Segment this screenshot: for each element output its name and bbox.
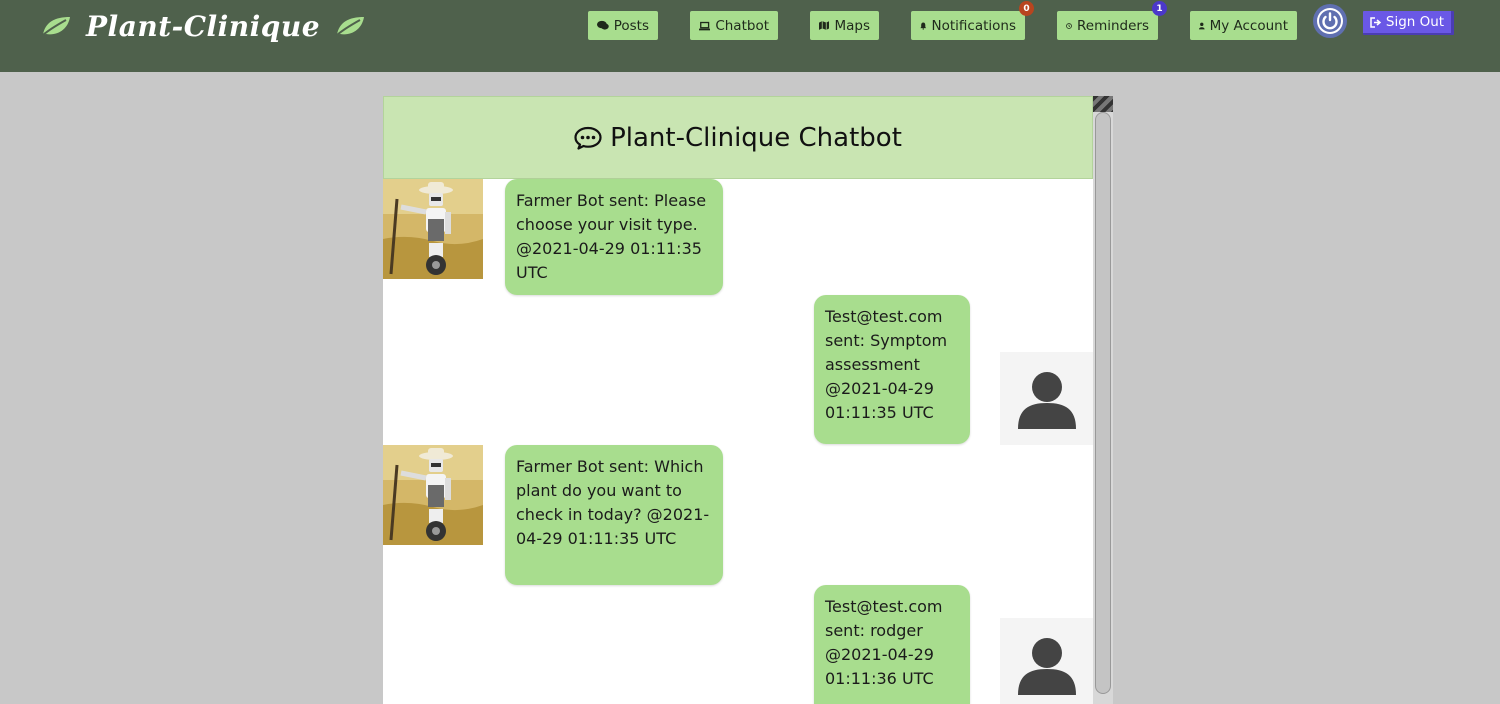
- comments-icon: [597, 20, 609, 30]
- nav-chatbot-button[interactable]: Chatbot: [690, 11, 778, 40]
- sign-out-button[interactable]: Sign Out: [1363, 11, 1454, 35]
- bot-message-bubble: Farmer Bot sent: Which plant do you want…: [505, 445, 723, 585]
- user-message-bubble: Test@test.com sent: Symptom assessment @…: [814, 295, 970, 444]
- nav-reminders-button[interactable]: Reminders 1: [1057, 1, 1167, 40]
- power-button[interactable]: [1313, 4, 1347, 38]
- top-navbar: Plant-Clinique Posts Chatbot Maps Notifi…: [0, 0, 1500, 72]
- nav-reminders-label: Reminders: [1077, 17, 1149, 34]
- nav-maps-label: Maps: [834, 17, 870, 34]
- user-avatar-icon: [1017, 637, 1076, 695]
- map-icon: [819, 21, 830, 30]
- nav-notifications-button[interactable]: Notifications 0: [911, 1, 1034, 40]
- nav-account-button[interactable]: My Account: [1190, 11, 1297, 40]
- chat-header: Plant-Clinique Chatbot: [383, 96, 1093, 179]
- notifications-count-badge: 0: [1019, 1, 1034, 16]
- leaf-icon: [42, 17, 70, 36]
- robot-farmer-avatar: [383, 179, 483, 279]
- brand-title: Plant-Clinique: [86, 9, 321, 43]
- chat-scrollbar[interactable]: [1093, 96, 1113, 704]
- user-avatar: [1000, 352, 1093, 445]
- user-avatar-icon: [1017, 371, 1076, 429]
- user-avatar: [1000, 618, 1093, 704]
- robot-farmer-avatar: [383, 445, 483, 545]
- bell-icon: [920, 21, 927, 30]
- reminders-count-badge: 1: [1152, 1, 1167, 16]
- leaf-icon: [336, 17, 365, 36]
- nav-posts-label: Posts: [613, 17, 649, 34]
- power-icon: [1317, 8, 1343, 34]
- nav-account-label: My Account: [1209, 17, 1288, 34]
- nav-posts-button[interactable]: Posts: [588, 11, 658, 40]
- clock-icon: [1066, 22, 1072, 29]
- sign-out-label: Sign Out: [1385, 14, 1445, 30]
- bot-message-bubble: Farmer Bot sent: Please choose your visi…: [505, 179, 723, 295]
- scrollbar-thumb[interactable]: [1095, 112, 1111, 694]
- bot-avatar: [383, 445, 483, 545]
- nav-notifications-label: Notifications: [931, 17, 1017, 34]
- user-icon: [1199, 22, 1205, 29]
- chat-title-wrap: Plant-Clinique Chatbot: [574, 123, 902, 153]
- nav-chatbot-label: Chatbot: [715, 17, 769, 34]
- sign-out-icon: [1370, 16, 1382, 28]
- laptop-icon: [699, 21, 711, 30]
- scrollbar-up-cap[interactable]: [1093, 96, 1113, 112]
- brand[interactable]: Plant-Clinique: [40, 6, 366, 46]
- chat-bubble-icon: [574, 126, 602, 150]
- user-message-bubble: Test@test.com sent: rodger @2021-04-29 0…: [814, 585, 970, 704]
- bot-avatar: [383, 179, 483, 279]
- nav-maps-button[interactable]: Maps: [810, 11, 879, 40]
- chat-title: Plant-Clinique Chatbot: [610, 122, 902, 153]
- chat-window: Plant-Clinique Chatbot Farmer Bot sent: …: [383, 96, 1113, 704]
